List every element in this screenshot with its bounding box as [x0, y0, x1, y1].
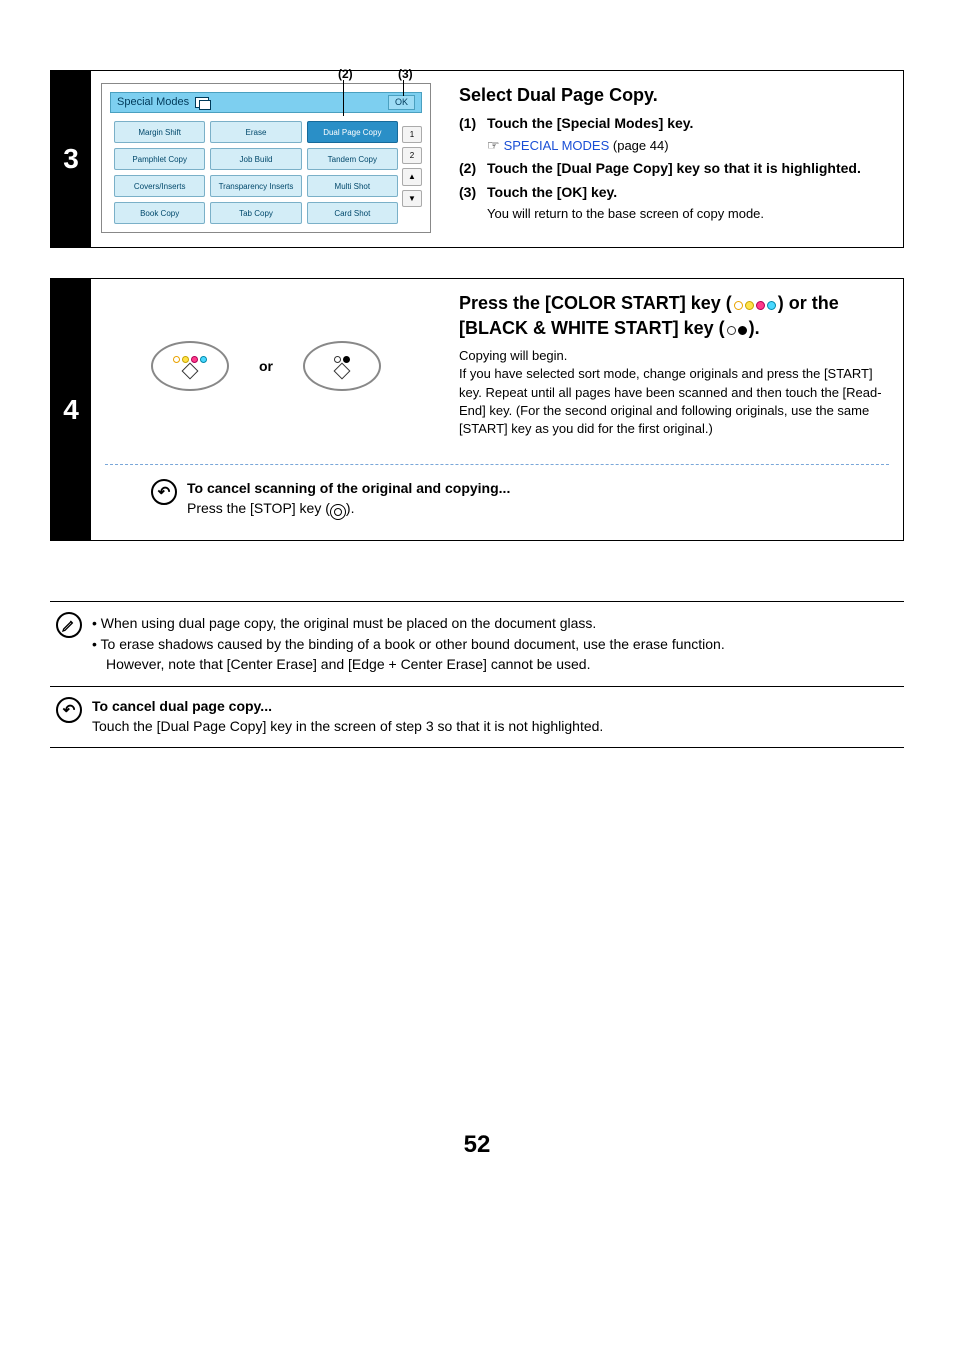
cancel-dual-title: To cancel dual page copy... [92, 697, 603, 717]
diamond-icon [334, 362, 351, 379]
step-3-title: Select Dual Page Copy. [459, 83, 885, 108]
page-frac-top: 1 [402, 126, 422, 143]
btn-transparency-inserts[interactable]: Transparency Inserts [210, 175, 301, 197]
undo-icon: ↶ [151, 479, 177, 505]
btn-job-build[interactable]: Job Build [210, 148, 301, 170]
btn-book-copy[interactable]: Book Copy [114, 202, 205, 224]
cancel-dual-page-note: ↶ To cancel dual page copy... Touch the … [50, 686, 904, 746]
pencil-icon [56, 612, 82, 638]
step-4-text: Press the [COLOR START] key () or the [B… [441, 279, 903, 458]
step-number-3: 3 [51, 71, 91, 247]
step-4-body: Copying will begin. If you have selected… [459, 347, 885, 438]
btn-tab-copy[interactable]: Tab Copy [210, 202, 301, 224]
bw-start-key[interactable] [303, 341, 381, 391]
color-start-key[interactable] [151, 341, 229, 391]
page-number: 52 [50, 1128, 904, 1162]
cancel-scanning-title: To cancel scanning of the original and c… [187, 479, 510, 499]
special-modes-panel: (2) (3) Special Modes OK Margin Shift Er… [101, 83, 431, 233]
pointer-icon: ☞ [487, 137, 500, 153]
cancel-scanning-body: Press the [STOP] key (). [187, 499, 510, 520]
btn-dual-page-copy[interactable]: Dual Page Copy [307, 121, 398, 143]
step-number-4: 4 [51, 279, 91, 540]
scroll-down[interactable]: ▼ [402, 190, 422, 207]
step-3-list: (1) Touch the [Special Modes] key. ☞SPEC… [459, 114, 885, 223]
step-3-item-3: (3) Touch the [OK] key. You will return … [459, 183, 885, 223]
step-3-item-2: (2) Touch the [Dual Page Copy] key so th… [459, 159, 885, 179]
step-4-title: Press the [COLOR START] key () or the [B… [459, 291, 885, 341]
cancel-scanning-note: ↶ To cancel scanning of the original and… [151, 475, 885, 524]
callout-2: (2) [338, 66, 353, 83]
info-note: When using dual page copy, the original … [50, 602, 904, 687]
special-modes-link[interactable]: SPECIAL MODES [504, 138, 610, 153]
ok-button[interactable]: OK [388, 95, 415, 110]
btn-tandem-copy[interactable]: Tandem Copy [307, 148, 398, 170]
note-bullet-1: When using dual page copy, the original … [92, 614, 725, 634]
step-4: 4 or [50, 278, 904, 541]
step-3-item-1: (1) Touch the [Special Modes] key. ☞SPEC… [459, 114, 885, 155]
scroll-up[interactable]: ▲ [402, 168, 422, 185]
or-label: or [259, 357, 273, 377]
dashed-divider [105, 464, 889, 465]
btn-card-shot[interactable]: Card Shot [307, 202, 398, 224]
panel-header: Special Modes OK [110, 92, 422, 113]
cancel-dual-body: Touch the [Dual Page Copy] key in the sc… [92, 717, 603, 737]
btn-margin-shift[interactable]: Margin Shift [114, 121, 205, 143]
step-3: 3 (2) (3) Special Modes OK Margin Shift … [50, 70, 904, 248]
color-dots-inline-icon [734, 301, 776, 310]
stop-key-icon [330, 504, 346, 520]
bw-dots-inline-icon [727, 326, 747, 335]
page-frac-bot: 2 [402, 147, 422, 164]
step-4-illustration: or [91, 279, 441, 458]
notes-box: When using dual page copy, the original … [50, 601, 904, 748]
diamond-icon [182, 362, 199, 379]
panel-title: Special Modes [117, 95, 189, 110]
callout-3: (3) [398, 66, 413, 83]
mode-grid: Margin Shift Erase Dual Page Copy Pamphl… [110, 121, 422, 224]
btn-multi-shot[interactable]: Multi Shot [307, 175, 398, 197]
undo-icon: ↶ [56, 697, 82, 723]
page-scroll: 1 2 ▲ ▼ [402, 126, 422, 207]
btn-covers-inserts[interactable]: Covers/Inserts [114, 175, 205, 197]
step-3-text: Select Dual Page Copy. (1) Touch the [Sp… [441, 71, 903, 247]
btn-pamphlet-copy[interactable]: Pamphlet Copy [114, 148, 205, 170]
doc-icon [195, 97, 209, 108]
note-bullet-2: To erase shadows caused by the binding o… [92, 635, 725, 674]
step-3-illustration: (2) (3) Special Modes OK Margin Shift Er… [91, 71, 441, 247]
btn-erase[interactable]: Erase [210, 121, 301, 143]
